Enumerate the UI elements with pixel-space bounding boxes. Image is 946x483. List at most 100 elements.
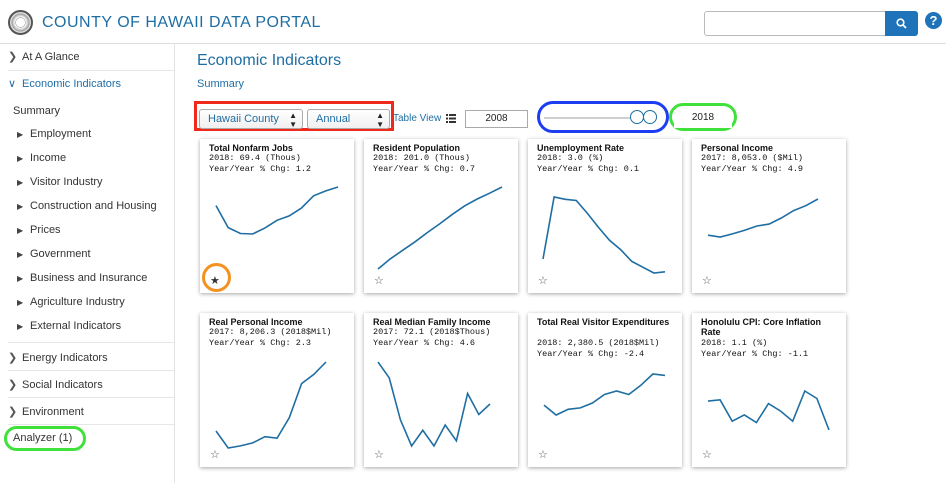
divider <box>8 424 174 425</box>
star-icon[interactable]: ☆ <box>702 448 712 461</box>
sidebar-item-label: At A Glance <box>22 51 80 63</box>
caret-right-icon: ▶ <box>17 250 24 259</box>
sparkline-chart <box>707 198 819 238</box>
sidebar-subitem-employment[interactable]: ▶ Employment <box>17 128 91 140</box>
select-arrows-icon: ▲ ▼ <box>289 111 297 129</box>
help-icon[interactable]: ? <box>925 12 942 29</box>
sidebar-subitem-label: Visitor Industry <box>30 176 103 188</box>
sidebar-item-at-a-glance[interactable]: ❯ At A Glance <box>8 50 174 63</box>
sidebar-subitem-label: Income <box>30 152 67 164</box>
divider <box>8 370 174 371</box>
sidebar-item-label: Social Indicators <box>22 379 103 391</box>
search-icon <box>896 18 907 29</box>
sidebar-subitem-construction-housing[interactable]: ▶ Construction and Housing <box>17 200 157 212</box>
geography-select[interactable]: Hawaii County ▲ ▼ <box>199 109 303 129</box>
sparkline-series <box>707 198 819 238</box>
select-arrows-icon: ▲ ▼ <box>376 111 384 129</box>
caret-right-icon: ▶ <box>17 274 24 283</box>
sparkline-chart <box>215 361 327 449</box>
caret-right-icon: ▶ <box>17 298 24 307</box>
sidebar-item-summary[interactable]: Summary <box>13 105 60 117</box>
sidebar-subitem-label: Construction and Housing <box>30 200 157 212</box>
indicator-card[interactable]: Honolulu CPI: Core Inflation Rate 2018: … <box>692 313 846 467</box>
star-icon[interactable]: ☆ <box>374 448 384 461</box>
indicator-card[interactable]: Total Real Visitor Expenditures 2018: 2,… <box>528 313 682 467</box>
page-title: Economic Indicators <box>197 52 342 69</box>
sparkline-chart <box>377 361 491 448</box>
caret-right-icon: ▶ <box>17 178 24 187</box>
caret-right-icon: ▶ <box>17 154 24 163</box>
sidebar-subitem-label: Employment <box>30 128 92 140</box>
divider <box>8 342 174 343</box>
star-icon[interactable]: ☆ <box>538 274 548 287</box>
chevron-down-icon: ∨ <box>8 78 17 90</box>
frequency-select-value: Annual <box>316 113 351 125</box>
sidebar-item-label: Energy Indicators <box>22 352 108 364</box>
chevron-right-icon: ❯ <box>8 51 18 63</box>
top-header: COUNTY OF HAWAII DATA PORTAL ? <box>0 0 946 44</box>
star-icon[interactable]: ☆ <box>538 448 548 461</box>
search-button[interactable] <box>885 11 918 36</box>
county-seal-icon <box>8 10 33 35</box>
caret-right-icon: ▶ <box>17 322 24 331</box>
divider <box>8 70 174 71</box>
sidebar-item-social-indicators[interactable]: ❯ Social Indicators <box>8 378 174 391</box>
sidebar-item-environment[interactable]: ❯ Environment <box>8 405 174 418</box>
star-icon[interactable]: ☆ <box>374 274 384 287</box>
sparkline-series <box>707 389 830 431</box>
table-view-link[interactable]: Table View <box>393 113 441 124</box>
divider <box>8 397 174 398</box>
frequency-select[interactable]: Annual ▲ ▼ <box>307 109 390 129</box>
sparkline-chart <box>542 196 666 274</box>
sparkline-series <box>377 186 503 270</box>
sparkline-chart <box>707 389 830 431</box>
favorite-highlight <box>202 263 231 292</box>
caret-right-icon: ▶ <box>17 130 24 139</box>
sidebar-item-energy-indicators[interactable]: ❯ Energy Indicators <box>8 351 174 364</box>
sidebar-nav: ❯ At A Glance ∨ Economic Indicators Summar… <box>0 44 175 483</box>
sparkline-chart <box>543 373 666 416</box>
sparkline-series <box>215 186 339 235</box>
list-icon[interactable] <box>446 114 456 123</box>
indicator-card[interactable]: Real Personal Income 2017: 8,206.3 (2018… <box>200 313 354 467</box>
caret-right-icon: ▶ <box>17 202 24 211</box>
chevron-right-icon: ❯ <box>8 379 18 391</box>
geography-select-value: Hawaii County <box>208 113 279 125</box>
chevron-right-icon: ❯ <box>8 406 18 418</box>
sidebar-subitem-visitor-industry[interactable]: ▶ Visitor Industry <box>17 176 103 188</box>
sidebar-subitem-external-indicators[interactable]: ▶ External Indicators <box>17 320 121 332</box>
indicator-card[interactable]: Unemployment Rate 2018: 3.0 (%) Year/Yea… <box>528 139 682 293</box>
portal-title[interactable]: COUNTY OF HAWAII DATA PORTAL <box>42 14 321 32</box>
indicator-card[interactable]: Personal Income 2017: 8,053.0 ($Mil) Yea… <box>692 139 846 293</box>
sidebar-subitem-income[interactable]: ▶ Income <box>17 152 66 164</box>
sparkline-series <box>543 373 666 416</box>
sidebar-subitem-government[interactable]: ▶ Government <box>17 248 91 260</box>
sidebar-subitem-label: Government <box>30 248 91 260</box>
sparkline-chart <box>377 186 503 270</box>
sidebar-subitem-business-insurance[interactable]: ▶ Business and Insurance <box>17 272 147 284</box>
sparkline-series <box>215 361 327 449</box>
page-subtitle: Summary <box>197 78 245 90</box>
sparkline-series <box>377 361 491 448</box>
indicator-card[interactable]: Real Median Family Income 2017: 72.1 (20… <box>364 313 518 467</box>
star-icon[interactable]: ☆ <box>702 274 712 287</box>
sidebar-item-label: Economic Indicators <box>22 78 122 90</box>
sidebar-subitem-prices[interactable]: ▶ Prices <box>17 224 61 236</box>
sidebar-item-economic-indicators[interactable]: ∨ Economic Indicators <box>8 77 174 90</box>
sidebar-subitem-label: Agriculture Industry <box>30 296 125 308</box>
caret-right-icon: ▶ <box>17 226 24 235</box>
sparkline-series <box>542 196 666 274</box>
sidebar-subitem-label: Prices <box>30 224 61 236</box>
end-year-input[interactable]: 2018 <box>674 110 732 128</box>
star-icon[interactable]: ☆ <box>210 448 220 461</box>
sidebar-subitem-agriculture[interactable]: ▶ Agriculture Industry <box>17 296 125 308</box>
sidebar-subitem-label: External Indicators <box>30 320 122 332</box>
slider-start-handle[interactable] <box>629 110 644 124</box>
analyzer-link[interactable]: Analyzer (1) <box>4 426 86 451</box>
sidebar-subitem-label: Business and Insurance <box>30 272 148 284</box>
search-input[interactable] <box>704 11 886 36</box>
indicator-card[interactable]: Resident Population 2018: 201.0 (Thous) … <box>364 139 518 293</box>
chevron-right-icon: ❯ <box>8 352 18 364</box>
sidebar-item-label: Environment <box>22 406 84 418</box>
start-year-input[interactable]: 2008 <box>465 110 528 128</box>
